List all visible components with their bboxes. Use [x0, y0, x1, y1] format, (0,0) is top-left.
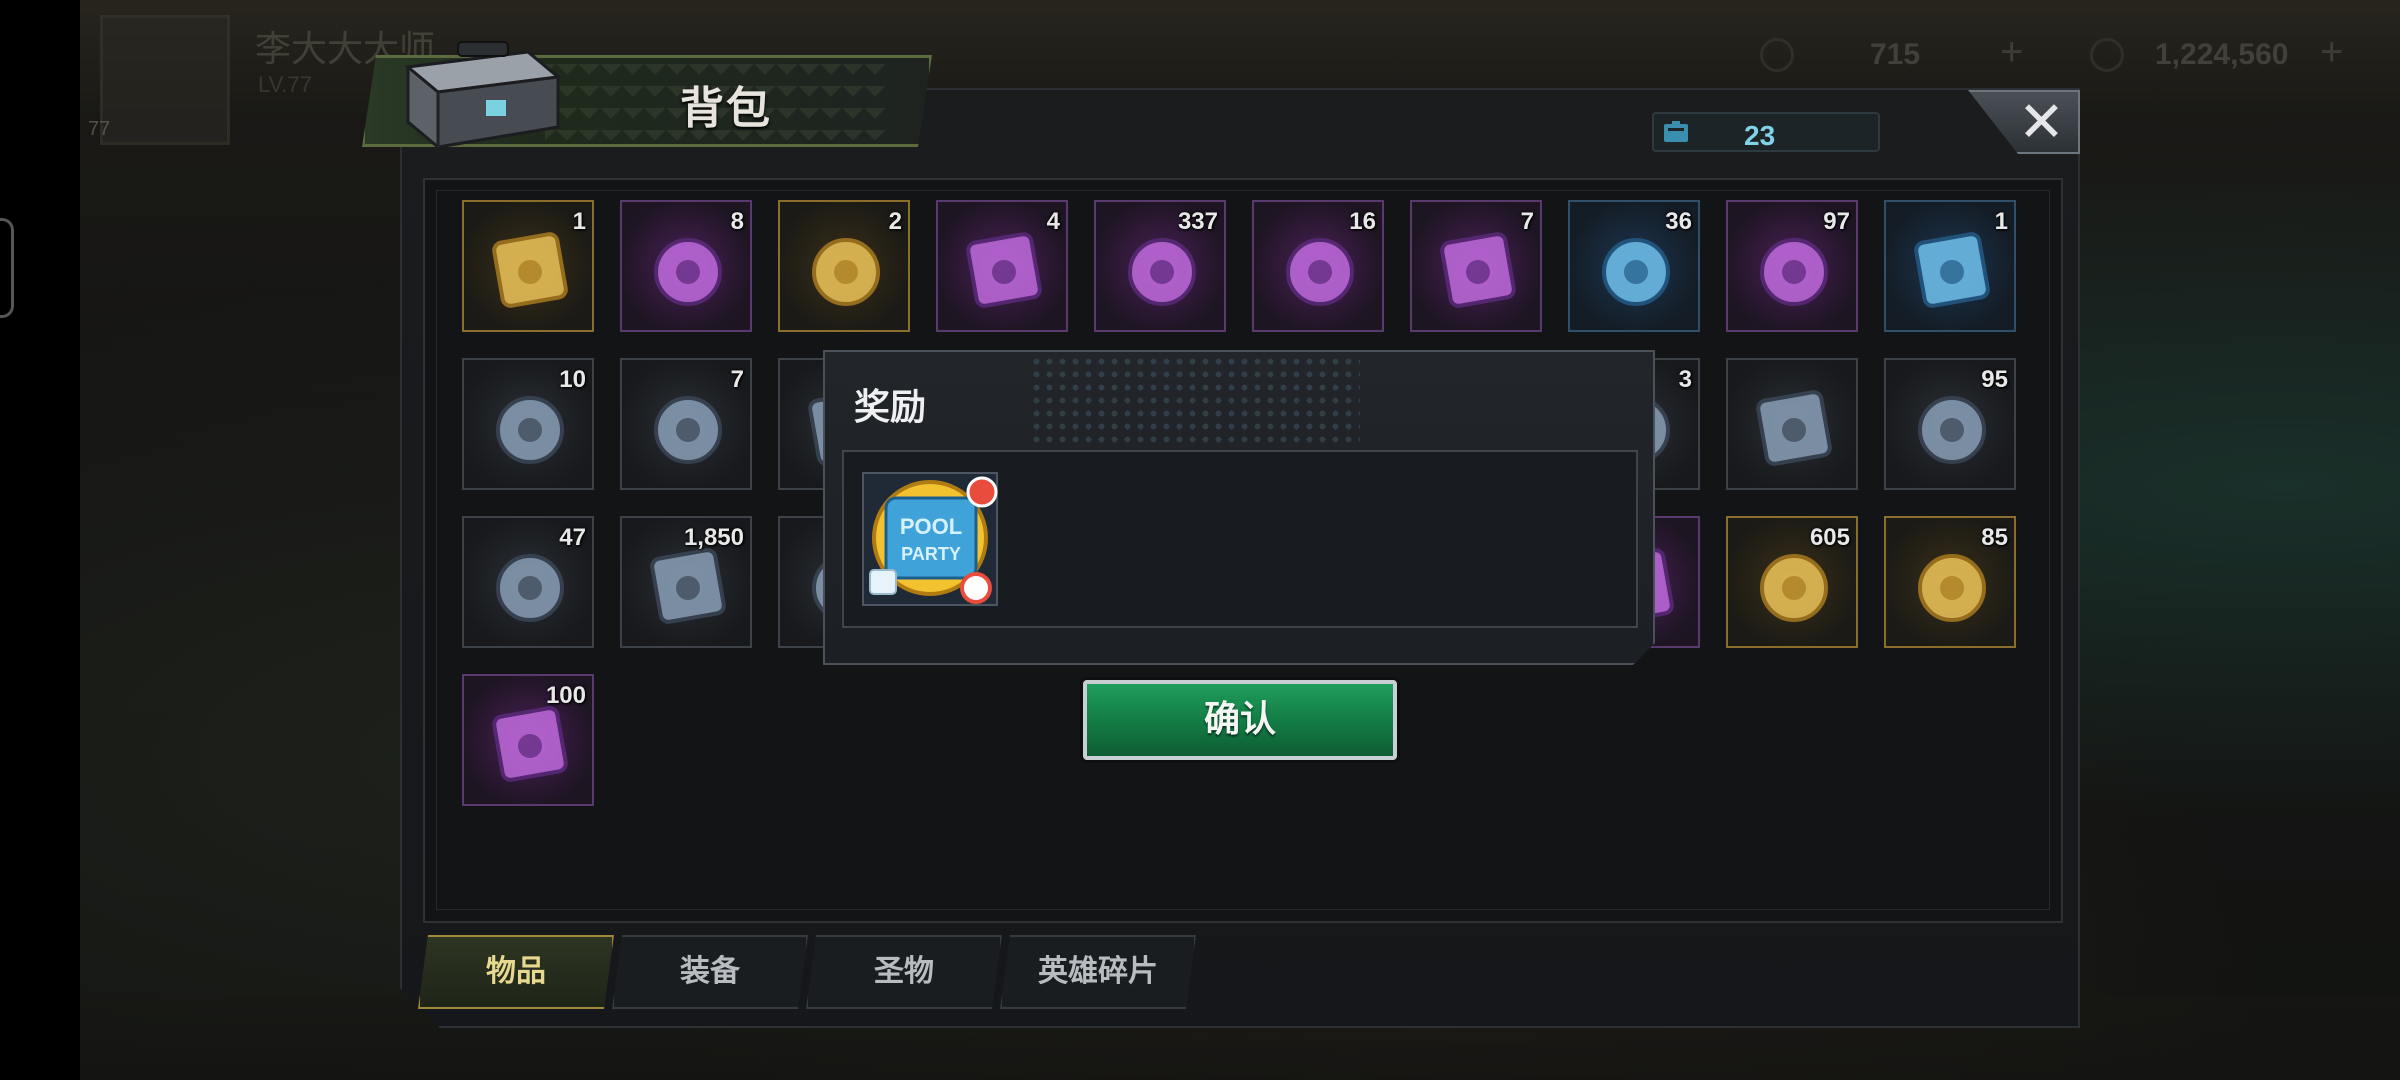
dna-helix-icon: [492, 706, 568, 782]
inventory-slot[interactable]: [1726, 358, 1858, 490]
inventory-slot[interactable]: 1: [462, 200, 594, 332]
resource-1-value: 715: [1870, 38, 1921, 71]
side-handle[interactable]: [0, 218, 14, 318]
teleport-device-icon: [654, 238, 722, 306]
inventory-slot[interactable]: 2: [778, 200, 910, 332]
item-count: 85: [1981, 524, 2008, 551]
player-level-badge: 77: [88, 118, 111, 140]
red-share-token-icon: [496, 554, 564, 622]
close-icon: ✕: [2018, 90, 2065, 153]
window-title: 背包: [680, 84, 772, 133]
tab-equipment[interactable]: 装备: [612, 935, 808, 1009]
pool-text: POOL: [900, 514, 962, 539]
cinema-ticket-icon: [1760, 238, 1828, 306]
resource-1-icon: [1760, 38, 1794, 72]
confirm-button[interactable]: 确认: [1083, 680, 1397, 760]
treasure-chest-lv1-icon: [492, 232, 568, 308]
item-count: 100: [545, 682, 586, 709]
item-count: 10: [559, 366, 586, 393]
item-count: 8: [730, 208, 744, 235]
gold-coins-icon: [1918, 554, 1986, 622]
moon-orb-icon: [1602, 238, 1670, 306]
item-count: 337: [1177, 208, 1218, 235]
inventory-slot[interactable]: 4: [936, 200, 1068, 332]
screen-edge: [0, 0, 80, 1080]
inventory-slot[interactable]: 7: [1410, 200, 1542, 332]
inventory-slot[interactable]: 85: [1884, 516, 2016, 648]
item-count: 16: [1349, 208, 1376, 235]
hidden-item-icon: [1756, 390, 1832, 466]
inventory-slot[interactable]: 10: [462, 358, 594, 490]
purple-card-12h-icon: [966, 232, 1042, 308]
hidden-item-icon: [1918, 396, 1986, 464]
item-count: 1,850: [683, 524, 744, 551]
gem-cluster-icon: [650, 548, 726, 624]
tab-items[interactable]: 物品: [418, 935, 614, 1009]
bag-capacity-icon: [1664, 121, 1688, 142]
capacity-value: 23: [1744, 120, 1776, 151]
gold-card-24h-icon: [812, 238, 880, 306]
reward-item-slot[interactable]: POOL PARTY: [862, 472, 998, 606]
pink-ore-icon: [1760, 554, 1828, 622]
bottle-cap-icon: [496, 396, 564, 464]
item-count: 36: [1665, 208, 1692, 235]
inventory-slot[interactable]: 8: [620, 200, 752, 332]
capacity-indicator: 23: [1652, 112, 1880, 152]
timer-coin-icon: [1914, 232, 1990, 308]
inventory-slot[interactable]: 97: [1726, 200, 1858, 332]
resource-1-plus-icon: +: [2000, 30, 2024, 74]
resource-2-value: 1,224,560: [2155, 38, 2289, 71]
film-reel-icon: [1286, 238, 1354, 306]
tab-hero-shards[interactable]: 英雄碎片: [1000, 935, 1196, 1009]
item-count: 1: [1994, 208, 2008, 235]
item-count: 7: [730, 366, 744, 393]
player-sub-info: LV.77: [258, 72, 312, 97]
police-badge-icon: [1440, 232, 1516, 308]
inventory-slot[interactable]: 1,850: [620, 516, 752, 648]
inventory-slot[interactable]: 1: [1884, 200, 2016, 332]
inventory-slot[interactable]: 16: [1252, 200, 1384, 332]
item-count: 95: [1981, 366, 2008, 393]
inventory-slot[interactable]: 337: [1094, 200, 1226, 332]
item-count: 2: [888, 208, 902, 235]
item-count: 1: [572, 208, 586, 235]
inventory-slot[interactable]: 36: [1568, 200, 1700, 332]
party-text: PARTY: [901, 544, 961, 564]
item-count: 3: [1678, 366, 1692, 393]
pool-party-frame-icon: POOL PARTY: [869, 476, 998, 604]
item-count: 4: [1046, 208, 1060, 235]
reward-title: 奖励: [854, 386, 927, 427]
casino-chip-icon: [654, 396, 722, 464]
item-count: 97: [1823, 208, 1850, 235]
inventory-slot[interactable]: 47: [462, 516, 594, 648]
inventory-slot[interactable]: 95: [1884, 358, 2016, 490]
resource-2-plus-icon: +: [2320, 30, 2344, 74]
inventory-slot[interactable]: 100: [462, 674, 594, 806]
resource-2-icon: [2090, 38, 2124, 72]
inventory-slot[interactable]: 605: [1726, 516, 1858, 648]
item-count: 47: [559, 524, 586, 551]
tab-relics[interactable]: 圣物: [806, 935, 1002, 1009]
item-count: 605: [1809, 524, 1850, 551]
reward-header-decoration: [1030, 355, 1360, 445]
backpack-chest-icon: [404, 41, 562, 149]
inventory-slot[interactable]: 7: [620, 358, 752, 490]
item-count: 7: [1520, 208, 1534, 235]
fish-icon: [1128, 238, 1196, 306]
